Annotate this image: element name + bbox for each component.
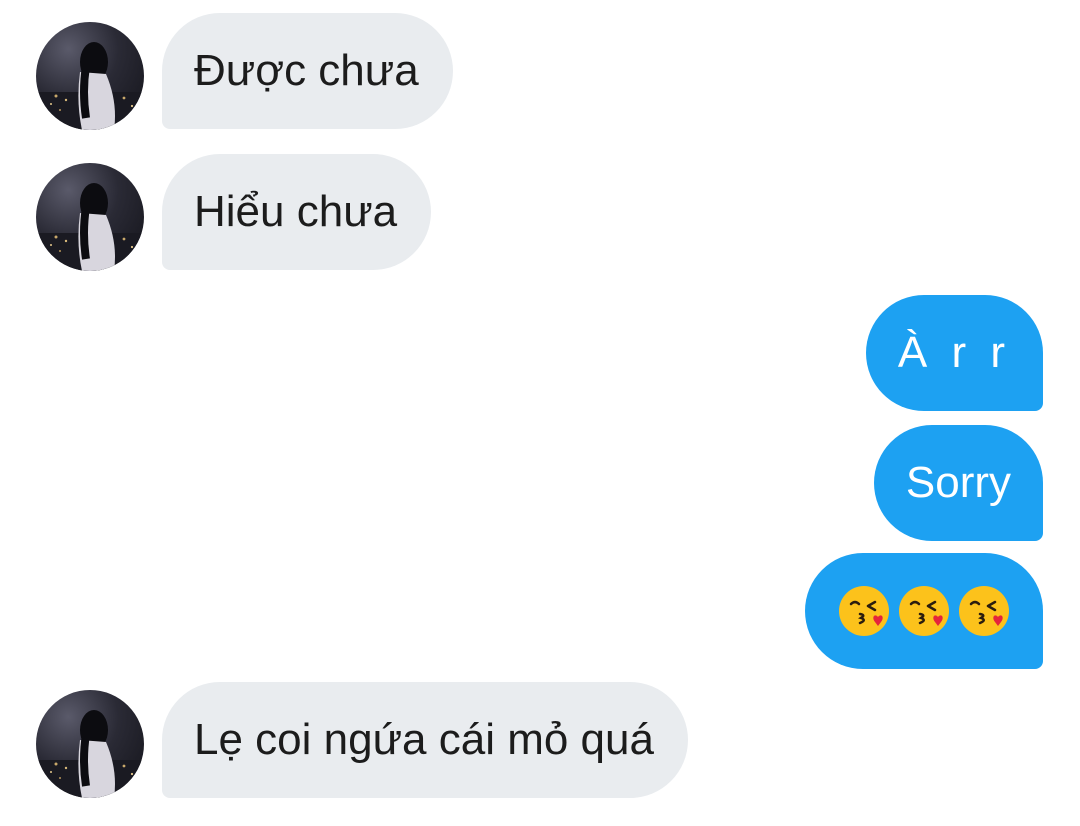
face-blowing-a-kiss-icon — [899, 586, 949, 636]
message-bubble-outgoing[interactable] — [805, 553, 1043, 669]
message-bubble-incoming[interactable]: Lẹ coi ngứa cái mỏ quá — [162, 682, 688, 798]
emoji-row — [837, 584, 1011, 638]
message-text: Lẹ coi ngứa cái mỏ quá — [194, 715, 654, 764]
avatar[interactable] — [36, 163, 144, 271]
message-text: Được chưa — [194, 46, 419, 95]
avatar[interactable] — [36, 690, 144, 798]
face-blowing-a-kiss-icon — [839, 586, 889, 636]
message-text: Sorry — [905, 458, 1011, 507]
message-bubble-incoming[interactable]: Hiểu chưa — [162, 154, 432, 270]
avatar-photo-icon — [36, 710, 144, 798]
avatar-photo-icon — [36, 42, 144, 130]
message-bubble-outgoing[interactable]: À r r — [865, 295, 1043, 411]
message-text: Hiểu chưa — [194, 187, 398, 236]
message-bubble-outgoing[interactable]: Sorry — [873, 425, 1043, 541]
face-blowing-a-kiss-icon — [959, 586, 1009, 636]
message-text: À r r — [897, 328, 1011, 377]
chat-thread: Được chưa Hiểu chưa À r r Sorry Lẹ coi n… — [0, 0, 1080, 826]
avatar-photo-icon — [36, 183, 144, 271]
message-bubble-incoming[interactable]: Được chưa — [162, 13, 453, 129]
avatar[interactable] — [36, 22, 144, 130]
